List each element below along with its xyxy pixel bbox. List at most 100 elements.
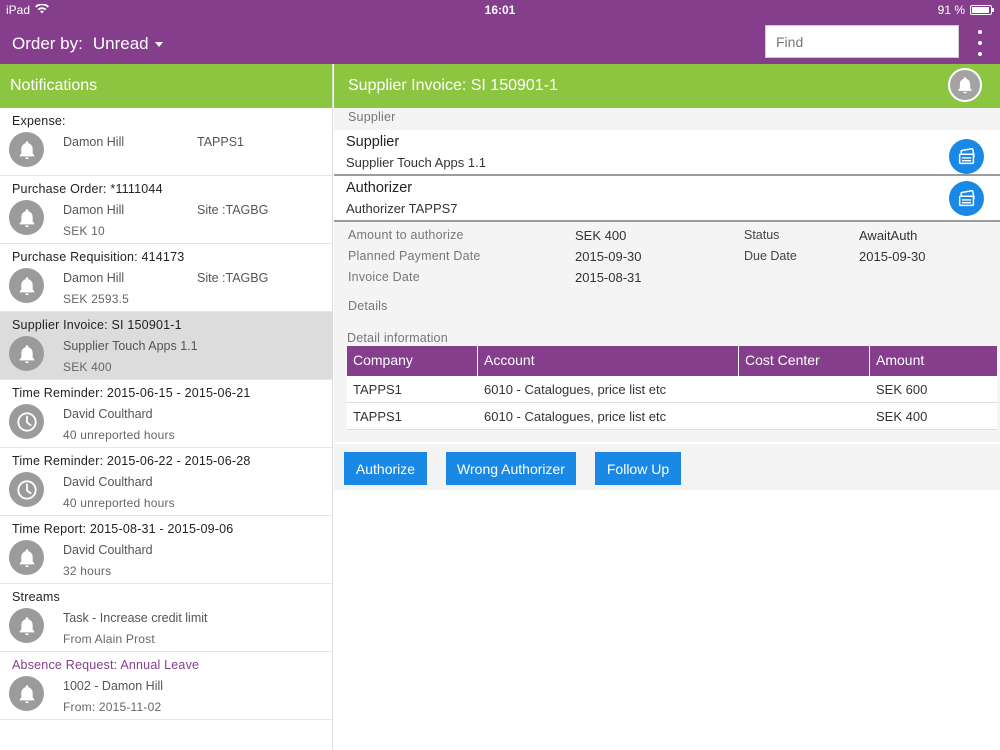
action-bar: Authorize Wrong Authorizer Follow Up xyxy=(334,444,1000,490)
battery-percent: 91 % xyxy=(937,3,965,17)
notification-line2: SEK 400 xyxy=(63,360,112,374)
notification-line1: Damon Hill xyxy=(63,135,125,149)
supplier-label: Supplier xyxy=(346,134,400,150)
notification-list: Expense: Damon Hill TAPPS1 Purchase Order: … xyxy=(0,108,332,720)
bell-icon xyxy=(9,336,44,371)
notification-title: Purchase Order: *1111044 xyxy=(12,182,163,196)
invoice-info: Amount to authorize SEK 400 Planned Paym… xyxy=(334,222,1000,442)
bell-icon xyxy=(9,676,44,711)
notification-line1: Damon Hill xyxy=(63,271,125,285)
notification-line2: From: 2015-11-02 xyxy=(63,700,162,714)
authorizer-cards-button[interactable] xyxy=(949,181,984,216)
bell-icon[interactable] xyxy=(948,68,982,102)
notification-right: Site :TAGBG xyxy=(197,203,269,217)
notification-title: Supplier Invoice: SI 150901-1 xyxy=(12,318,182,332)
bell-icon xyxy=(9,608,44,643)
bell-icon xyxy=(9,540,44,575)
column-header: Amount xyxy=(876,352,925,368)
notification-item[interactable]: Purchase Order: *1111044 Damon Hill SEK 10… xyxy=(0,176,332,244)
detail-information-label: Detail information xyxy=(347,331,448,345)
authorizer-value: Authorizer TAPPS7 xyxy=(346,201,458,216)
due-date-label: Due Date xyxy=(744,249,797,263)
notification-item[interactable]: Expense: Damon Hill TAPPS1 xyxy=(0,108,332,176)
search-input[interactable] xyxy=(765,25,959,58)
table-cell: SEK 600 xyxy=(876,382,928,397)
notification-right: Site :TAGBG xyxy=(197,271,269,285)
notification-title: Time Reminder: 2015-06-15 - 2015-06-21 xyxy=(12,386,251,400)
notification-item[interactable]: Purchase Requisition: 414173 Damon Hill SE… xyxy=(0,244,332,312)
notification-title: Expense: xyxy=(12,114,66,128)
battery-icon xyxy=(970,5,994,15)
table-cell: TAPPS1 xyxy=(353,409,402,424)
wrong-authorizer-button[interactable]: Wrong Authorizer xyxy=(446,452,576,485)
notification-right: TAPPS1 xyxy=(197,135,245,149)
table-row[interactable]: TAPPS1 6010 - Catalogues, price list etc S… xyxy=(347,403,997,430)
authorizer-row: Authorizer Authorizer TAPPS7 xyxy=(334,176,1000,222)
status-value: AwaitAuth xyxy=(859,228,918,243)
notification-line2: 40 unreported hours xyxy=(63,496,175,510)
notifications-panel: Notifications Expense: Damon Hill TAPPS1 Pu… xyxy=(0,64,333,750)
notification-item[interactable]: Absence Request: Annual Leave 1002 - Damo… xyxy=(0,652,332,720)
status-right: 91 % xyxy=(937,3,994,17)
status-bar: iPad 16:01 91 % xyxy=(0,0,1000,20)
status-time: 16:01 xyxy=(484,3,516,17)
more-options-icon[interactable] xyxy=(972,30,988,56)
detail-header: Supplier Invoice: SI 150901-1 xyxy=(334,64,1000,108)
notification-title: Time Reminder: 2015-06-22 - 2015-06-28 xyxy=(12,454,251,468)
bell-icon xyxy=(9,132,44,167)
order-by-dropdown[interactable]: Unread xyxy=(93,34,163,54)
notification-line1: David Coulthard xyxy=(63,543,153,557)
supplier-cards-button[interactable] xyxy=(949,139,984,174)
status-label: Status xyxy=(744,228,780,242)
table-cell: TAPPS1 xyxy=(353,382,402,397)
details-label: Details xyxy=(348,299,388,313)
notification-title: Streams xyxy=(12,590,60,604)
cards-icon xyxy=(956,146,978,168)
notification-item[interactable]: Streams Task - Increase credit limit From … xyxy=(0,584,332,652)
table-cell xyxy=(739,376,870,402)
detail-title: Supplier Invoice: SI 150901-1 xyxy=(348,77,558,94)
order-by-label: Order by: xyxy=(12,34,83,53)
detail-table: Company Account Cost Center Amount TAPPS1 60… xyxy=(347,346,997,430)
notification-line1: Task - Increase credit limit xyxy=(63,611,208,625)
notification-title: Purchase Requisition: 414173 xyxy=(12,250,185,264)
notification-item[interactable]: Time Reminder: 2015-06-22 - 2015-06-28 Da… xyxy=(0,448,332,516)
column-header: Cost Center xyxy=(739,346,870,376)
notification-title: Absence Request: Annual Leave xyxy=(12,658,200,672)
detail-panel: Supplier Invoice: SI 150901-1 Supplier S… xyxy=(334,64,1000,750)
notification-line1: Damon Hill xyxy=(63,203,125,217)
amount-label: Amount to authorize xyxy=(348,228,464,242)
notification-line2: From Alain Prost xyxy=(63,632,155,646)
notification-line2: SEK 2593.5 xyxy=(63,292,130,306)
planned-label: Planned Payment Date xyxy=(348,249,481,263)
notification-title: Time Report: 2015-08-31 - 2015-09-06 xyxy=(12,522,234,536)
planned-value: 2015-09-30 xyxy=(575,249,642,264)
cards-icon xyxy=(956,188,978,210)
authorize-button[interactable]: Authorize xyxy=(344,452,427,485)
invoice-date-value: 2015-08-31 xyxy=(575,270,642,285)
authorizer-label: Authorizer xyxy=(346,180,413,196)
table-body: TAPPS1 6010 - Catalogues, price list etc S… xyxy=(347,376,997,430)
notification-line1: David Coulthard xyxy=(63,475,153,489)
notification-line2: 32 hours xyxy=(63,564,112,578)
table-cell xyxy=(739,403,870,429)
column-header: Account xyxy=(478,346,739,376)
clock-icon xyxy=(9,472,44,507)
bell-icon xyxy=(9,200,44,235)
table-cell: 6010 - Catalogues, price list etc xyxy=(484,382,667,397)
follow-up-button[interactable]: Follow Up xyxy=(595,452,681,485)
notification-item[interactable]: Supplier Invoice: SI 150901-1 Supplier To… xyxy=(0,312,332,380)
notification-line1: David Coulthard xyxy=(63,407,153,421)
table-cell: 6010 - Catalogues, price list etc xyxy=(484,409,667,424)
table-row[interactable]: TAPPS1 6010 - Catalogues, price list etc S… xyxy=(347,376,997,403)
notification-item[interactable]: Time Reminder: 2015-06-15 - 2015-06-21 Da… xyxy=(0,380,332,448)
column-header: Company xyxy=(347,346,478,376)
chevron-down-icon xyxy=(154,41,163,47)
due-date-value: 2015-09-30 xyxy=(859,249,926,264)
table-header: Company Account Cost Center Amount xyxy=(347,346,997,376)
invoice-date-label: Invoice Date xyxy=(348,270,420,284)
bell-icon xyxy=(9,268,44,303)
table-cell: SEK 400 xyxy=(876,409,928,424)
notification-item[interactable]: Time Report: 2015-08-31 - 2015-09-06 Davi… xyxy=(0,516,332,584)
top-bar: iPad 16:01 91 % Order by: Unread xyxy=(0,0,1000,64)
